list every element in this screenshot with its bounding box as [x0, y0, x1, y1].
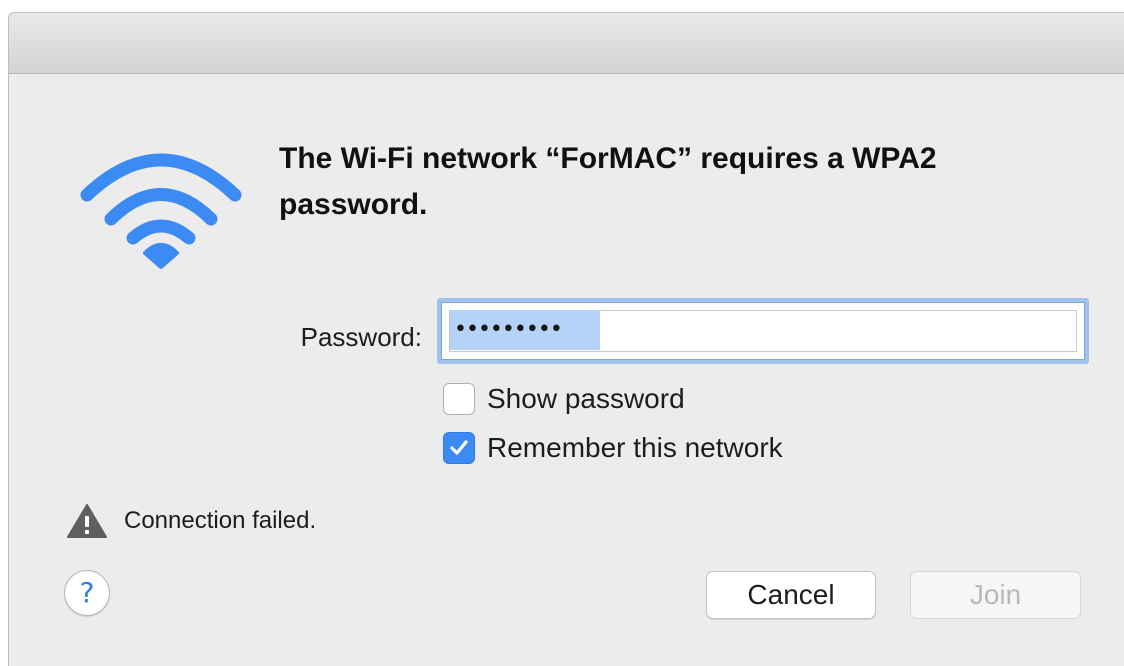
- cancel-button[interactable]: Cancel: [706, 571, 876, 619]
- password-value[interactable]: •••••••••: [454, 312, 563, 348]
- checkmark-icon: [450, 440, 468, 455]
- show-password-checkbox[interactable]: [443, 383, 475, 415]
- show-password-option[interactable]: Show password: [443, 382, 685, 416]
- password-label: Password:: [300, 322, 422, 352]
- dialog-titlebar[interactable]: [9, 13, 1124, 74]
- warning-icon: [67, 504, 107, 538]
- help-button[interactable]: ?: [64, 570, 110, 616]
- join-button[interactable]: Join: [910, 571, 1081, 619]
- remember-network-label[interactable]: Remember this network: [487, 431, 783, 465]
- remember-network-checkbox[interactable]: [443, 432, 475, 464]
- dialog-title: The Wi-Fi network “ForMAC” requires a WP…: [279, 142, 937, 221]
- remember-network-option[interactable]: Remember this network: [443, 431, 783, 465]
- connection-status: Connection failed.: [66, 503, 316, 539]
- status-message: Connection failed.: [124, 507, 317, 534]
- show-password-label[interactable]: Show password: [487, 382, 685, 416]
- wifi-icon: [80, 153, 242, 269]
